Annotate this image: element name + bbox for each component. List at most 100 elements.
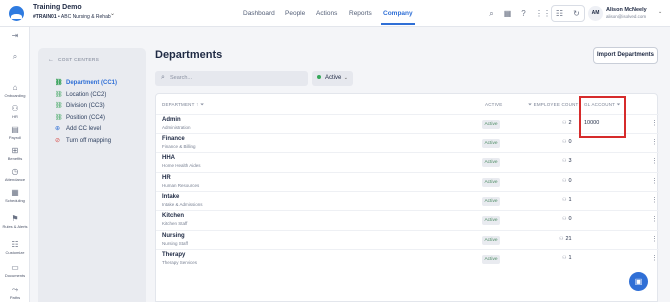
status-badge: Active (482, 197, 500, 206)
calendar-icon[interactable]: ▦ (503, 9, 512, 18)
employee-count: ⚇ 0 (562, 178, 572, 184)
cost-centers-panel: ← COST CENTERS ⛓ Department (CC1) ⛓ Locati… (38, 48, 146, 302)
back-arrow-icon[interactable]: ← (48, 57, 54, 63)
row-menu-icon[interactable]: ⋮ (651, 157, 658, 165)
active-dot-icon (317, 75, 321, 80)
hr-icon: ⚇ (11, 104, 19, 113)
rules-alerts-icon: ⚑ (11, 214, 19, 223)
search-input[interactable]: ⌕ Search... (155, 71, 308, 86)
cc-item-label: Position (CC4) (66, 115, 106, 121)
link-icon: ⛓ (55, 92, 63, 98)
org-name: ABC Nursing & Rehab (60, 14, 111, 20)
sliders-icon[interactable]: ☷ (555, 9, 564, 18)
table-row[interactable]: Intake Intake & Admissions Active ⚇ 1 ⋮ (156, 191, 659, 210)
rail-label: Documents (4, 273, 26, 278)
nav-actions[interactable]: Actions (316, 0, 337, 27)
org-title[interactable]: Training Demo (33, 4, 82, 11)
row-menu-icon[interactable]: ⋮ (651, 235, 658, 243)
turn-off-mapping-button[interactable]: ⊘ Turn off mapping (55, 137, 111, 146)
row-menu-icon[interactable]: ⋮ (651, 215, 658, 223)
rail-item-onboarding[interactable]: ⌂ Onboarding (0, 83, 30, 98)
department-name[interactable]: Admin (162, 117, 181, 123)
employee-count: ⚇ 2 (562, 120, 572, 126)
org-code: #TRAIN01 (33, 14, 57, 20)
user-avatar[interactable]: AM (588, 6, 603, 21)
rail-item-customize[interactable]: ☷ Customize (0, 240, 30, 255)
department-name[interactable]: HR (162, 175, 171, 181)
table-row[interactable]: Nursing Nursing Staff Active ⚇ 21 ⋮ (156, 230, 659, 249)
org-separator: • (58, 14, 60, 20)
quick-actions-group: ☷ ↻ (551, 5, 585, 22)
department-description: Therapy Services (162, 260, 198, 265)
employee-count: ⚇ 1 (562, 255, 572, 261)
turn-off-mapping-label: Turn off mapping (66, 138, 112, 144)
employee-count-value: 0 (568, 178, 572, 184)
rail-item-payroll[interactable]: ▤ Payroll (0, 125, 30, 140)
department-name[interactable]: HHA (162, 155, 175, 161)
sync-icon[interactable]: ↻ (572, 9, 581, 18)
cc-item-label: Department (CC1) (66, 80, 118, 86)
employee-count-value: 0 (568, 216, 572, 222)
status-badge: Active (482, 178, 500, 187)
department-name[interactable]: Nursing (162, 233, 185, 239)
cc-item-division[interactable]: ⛓ Division (CC3) (55, 102, 105, 111)
department-name[interactable]: Therapy (162, 252, 185, 258)
user-name[interactable]: Alison McNeely (606, 7, 647, 13)
department-name[interactable]: Intake (162, 194, 179, 200)
department-name[interactable]: Kitchen (162, 213, 184, 219)
users-icon: ⚇ (562, 120, 567, 126)
org-subtitle[interactable]: #TRAIN01 • ABC Nursing & Rehab (33, 14, 111, 20)
row-menu-icon[interactable]: ⋮ (651, 196, 658, 204)
nav-company[interactable]: Company (381, 0, 415, 27)
row-menu-icon[interactable]: ⋮ (651, 119, 658, 127)
table-row[interactable]: Therapy Therapy Services Active ⚇ 1 ⋮ (156, 249, 659, 268)
cc-item-department[interactable]: ⛓ Department (CC1) (55, 79, 117, 88)
row-menu-icon[interactable]: ⋮ (651, 254, 658, 262)
row-menu-icon[interactable]: ⋮ (651, 177, 658, 185)
chat-button-icon[interactable]: ▣ (629, 272, 648, 291)
search-icon[interactable]: ⌕ (487, 9, 496, 18)
employee-count: ⚇ 0 (562, 139, 572, 145)
rail-item-benefits[interactable]: ⊞ Benefits (0, 146, 30, 161)
rail-item-rules-alerts[interactable]: ⚑ Rules & Alerts (0, 214, 30, 229)
nav-people[interactable]: People (285, 0, 305, 27)
chevron-down-icon: ⌄ (343, 75, 348, 81)
header-employee-count[interactable]: ⏷ EMPLOYEE COUNT (528, 102, 578, 108)
rail-search-icon[interactable]: ⌕ (9, 51, 21, 63)
rail-item-attendance[interactable]: ◷ Attendance (0, 167, 30, 182)
header-department-label: DEPARTMENT (162, 102, 195, 107)
table-row[interactable]: Kitchen Kitchen Staff Active ⚇ 0 ⋮ (156, 210, 659, 229)
cc-item-location[interactable]: ⛓ Location (CC2) (55, 91, 106, 100)
filter-icon[interactable]: ⏷ (528, 102, 532, 108)
rail-item-scheduling[interactable]: ▦ Scheduling (0, 188, 30, 203)
row-menu-icon[interactable]: ⋮ (651, 138, 658, 146)
cc-item-position[interactable]: ⛓ Position (CC4) (55, 114, 105, 123)
sort-arrow-icon[interactable]: ↑ (196, 102, 199, 108)
users-icon: ⚇ (562, 216, 567, 222)
rail-item-paths[interactable]: ⤳ Paths (0, 285, 30, 300)
apps-grid-icon[interactable]: ⋮⋮ (535, 9, 551, 18)
nav-dashboard[interactable]: Dashboard (243, 0, 275, 27)
rail-item-hr[interactable]: ⚇ HR (0, 104, 30, 119)
table-row[interactable]: HR Human Resources Active ⚇ 0 ⋮ (156, 172, 659, 191)
status-badge: Active (482, 216, 500, 225)
org-chevron-down-icon[interactable]: ⌄ (110, 10, 115, 17)
status-badge: Active (482, 255, 500, 264)
unlink-icon: ⊘ (55, 138, 61, 144)
add-cc-level-button[interactable]: ⊕ Add CC level (55, 125, 101, 134)
help-icon[interactable]: ? (519, 9, 528, 18)
filter-icon[interactable]: ⏷ (200, 102, 204, 108)
department-name[interactable]: Finance (162, 136, 185, 142)
app-logo-icon[interactable] (9, 6, 24, 21)
user-chevron-down-icon[interactable]: ⌄ (658, 9, 662, 15)
onboarding-icon: ⌂ (12, 83, 18, 92)
import-departments-button[interactable]: Import Departments (593, 47, 658, 64)
cc-item-label: Division (CC3) (66, 103, 105, 109)
table-row[interactable]: HHA Home Health Aides Active ⚇ 3 ⋮ (156, 152, 659, 171)
collapse-rail-icon[interactable]: ⇥ (9, 30, 21, 42)
header-active[interactable]: ACTIVE (485, 102, 502, 107)
rail-item-documents[interactable]: ▭ Documents (0, 263, 30, 278)
header-department[interactable]: DEPARTMENT ↑ ⏷ (162, 102, 204, 108)
nav-reports[interactable]: Reports (349, 0, 372, 27)
status-filter-dropdown[interactable]: Active ⌄ (312, 71, 353, 86)
